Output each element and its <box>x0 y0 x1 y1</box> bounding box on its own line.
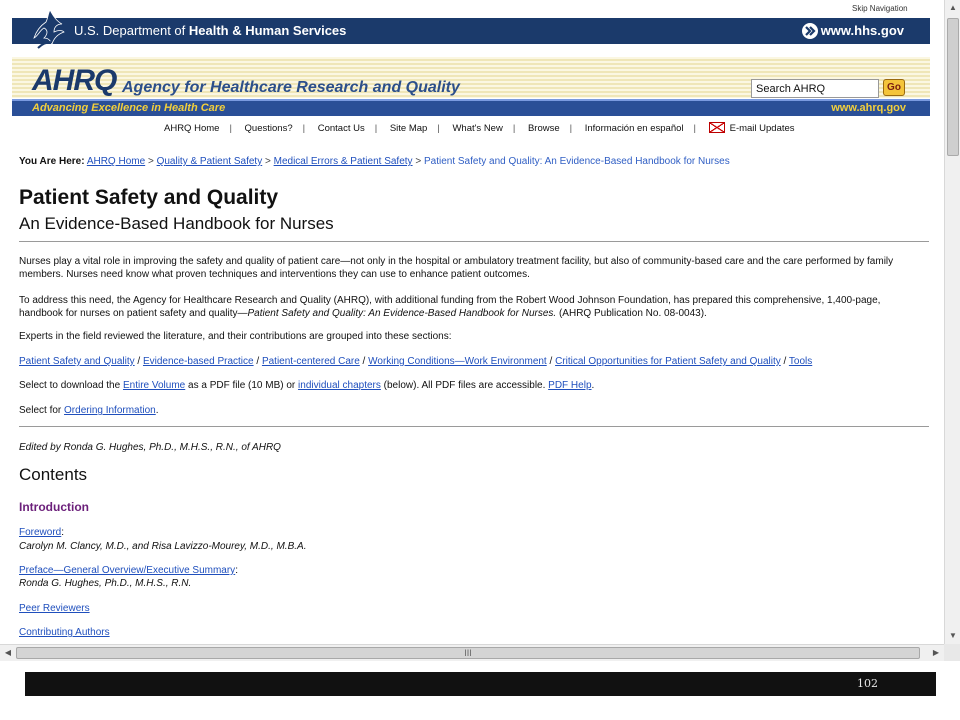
toc-item-peer-reviewers: Peer Reviewers <box>19 603 90 614</box>
hhs-title-bold: Health & Human Services <box>188 23 347 38</box>
nav-separator: | <box>229 123 232 134</box>
nav-separator: | <box>302 123 306 134</box>
download-text-b: as a PDF file (10 MB) or <box>185 380 299 391</box>
horizontal-scrollbar[interactable]: ◀ III ▶ <box>0 644 944 661</box>
entire-volume-link[interactable]: Entire Volume <box>123 380 185 391</box>
nav-separator: | <box>693 123 696 134</box>
nav-espanol[interactable]: Información en español <box>585 123 684 134</box>
toc-link-contributing-authors[interactable]: Contributing Authors <box>19 627 110 638</box>
hhs-title[interactable]: U.S. Department of Health & Human Servic… <box>74 23 346 38</box>
nav-separator: | <box>569 123 573 134</box>
section-link-patient-safety-quality[interactable]: Patient Safety and Quality <box>19 356 135 367</box>
nav-site-map[interactable]: Site Map <box>390 123 428 134</box>
breadcrumb-link-medical-errors[interactable]: Medical Errors & Patient Safety <box>274 156 413 167</box>
scroll-right-arrow-icon[interactable]: ▶ <box>928 645 944 661</box>
ahrq-url-link[interactable]: www.ahrq.gov <box>831 102 906 114</box>
scroll-grip: III <box>464 648 472 658</box>
ordering-text-a: Select for <box>19 405 65 416</box>
breadcrumb-link-ahrq-home[interactable]: AHRQ Home <box>87 156 145 167</box>
pdf-help-link[interactable]: PDF Help <box>548 380 591 391</box>
vertical-scrollbar[interactable]: ▲ ▼ <box>944 0 960 644</box>
hhs-eagle-logo-icon[interactable] <box>28 8 68 52</box>
tagline: Advancing Excellence in Health Care <box>32 102 226 114</box>
scroll-down-arrow-icon[interactable]: ▼ <box>945 628 960 644</box>
handbook-title-italic: Patient Safety and Quality: An Evidence-… <box>247 308 557 319</box>
hhs-title-prefix: U.S. Department of <box>74 23 189 38</box>
breadcrumb-separator: > <box>415 156 422 167</box>
section-link-working-conditions[interactable]: Working Conditions—Work Environment <box>368 356 547 367</box>
ordering-text-b: . <box>155 405 159 416</box>
nav-browse[interactable]: Browse <box>528 123 560 134</box>
nav-contact-us[interactable]: Contact Us <box>318 123 365 134</box>
page-subtitle: An Evidence-Based Handbook for Nurses <box>19 214 334 233</box>
toc-author-foreword: Carolyn M. Clancy, M.D., and Risa Lavizz… <box>19 541 307 552</box>
funding-text-b: (AHRQ Publication No. 08-0043). <box>556 308 707 319</box>
download-paragraph: Select to download the Entire Volume as … <box>19 379 919 392</box>
email-envelope-icon[interactable] <box>708 122 725 133</box>
nav-questions[interactable]: Questions? <box>245 123 293 134</box>
section-link-patient-centered-care[interactable]: Patient-centered Care <box>262 356 360 367</box>
top-navigation: AHRQ Home | Questions? | Contact Us | Site … <box>164 122 795 134</box>
nav-email-updates[interactable]: E-mail Updates <box>730 123 795 134</box>
toc-item-preface: Preface—General Overview/Executive Summa… <box>19 565 238 576</box>
toc-link-peer-reviewers[interactable]: Peer Reviewers <box>19 603 90 614</box>
nav-ahrq-home[interactable]: AHRQ Home <box>164 123 219 134</box>
vertical-scroll-thumb[interactable] <box>947 18 959 156</box>
toc-item-foreword: Foreword: <box>19 527 64 538</box>
slide-footer-bar: 102 <box>25 672 936 696</box>
nav-separator: | <box>512 123 516 134</box>
nav-whats-new[interactable]: What's New <box>452 123 502 134</box>
introduction-heading: Introduction <box>19 500 89 514</box>
intro-paragraph: Nurses play a vital role in improving th… <box>19 256 894 280</box>
section-link-critical-opportunities[interactable]: Critical Opportunities for Patient Safet… <box>555 356 781 367</box>
download-text-c: (below). All PDF files are accessible. <box>380 380 549 391</box>
breadcrumb-separator: > <box>264 156 271 167</box>
scroll-up-arrow-icon[interactable]: ▲ <box>945 0 960 16</box>
hhs-url-link[interactable]: www.hhs.gov <box>821 23 904 38</box>
scroll-left-arrow-icon[interactable]: ◀ <box>0 645 16 661</box>
toc-suffix: : <box>235 565 238 576</box>
funding-paragraph: To address this need, the Agency for Hea… <box>19 294 919 320</box>
horizontal-scroll-thumb[interactable]: III <box>16 647 920 659</box>
browser-viewport: Skip Navigation U.S. Department of Healt… <box>0 0 944 644</box>
section-link-evidence-based-practice[interactable]: Evidence-based Practice <box>143 356 254 367</box>
edited-by: Edited by Ronda G. Hughes, Ph.D., M.H.S.… <box>19 442 281 453</box>
breadcrumb-label: You Are Here: <box>19 156 85 167</box>
divider <box>19 241 929 242</box>
ahrq-agency-name[interactable]: Agency for Healthcare Research and Quali… <box>122 79 460 97</box>
page-title: Patient Safety and Quality <box>19 186 279 209</box>
individual-chapters-link[interactable]: individual chapters <box>298 380 381 391</box>
breadcrumb: You Are Here: AHRQ Home > Quality & Pati… <box>19 156 730 167</box>
section-links: Patient Safety and Quality / Evidence-ba… <box>19 356 813 367</box>
nav-separator: | <box>437 123 440 134</box>
toc-link-preface[interactable]: Preface—General Overview/Executive Summa… <box>19 565 235 576</box>
contents-heading: Contents <box>19 465 88 484</box>
tagline-bar: Advancing Excellence in Health Care www.… <box>12 99 930 116</box>
scrollbar-corner <box>944 644 960 661</box>
search-input[interactable] <box>751 79 879 98</box>
hhs-header-bar: U.S. Department of Health & Human Servic… <box>12 18 930 44</box>
toc-suffix: : <box>61 527 65 538</box>
toc-item-contributing-authors: Contributing Authors <box>19 627 110 638</box>
ordering-paragraph: Select for Ordering Information. <box>19 404 919 417</box>
download-text-a: Select to download the <box>19 380 123 391</box>
search-go-button[interactable]: Go <box>883 79 905 96</box>
double-chevron-icon <box>802 23 818 39</box>
page-number: 102 <box>857 677 878 690</box>
experts-paragraph: Experts in the field reviewed the litera… <box>19 331 452 342</box>
breadcrumb-separator: > <box>147 156 154 167</box>
divider <box>19 426 929 427</box>
section-link-tools[interactable]: Tools <box>789 356 812 367</box>
toc-author-preface: Ronda G. Hughes, Ph.D., M.H.S., R.N. <box>19 578 192 589</box>
breadcrumb-current: Patient Safety and Quality: An Evidence-… <box>423 156 730 167</box>
breadcrumb-link-quality-patient-safety[interactable]: Quality & Patient Safety <box>157 156 263 167</box>
skip-navigation-link[interactable]: Skip Navigation <box>852 4 908 13</box>
nav-separator: | <box>374 123 378 134</box>
download-text-d: . <box>591 380 595 391</box>
toc-link-foreword[interactable]: Foreword <box>19 527 61 538</box>
ahrq-logo[interactable]: AHRQ <box>32 64 117 98</box>
ordering-information-link[interactable]: Ordering Information <box>64 405 156 416</box>
